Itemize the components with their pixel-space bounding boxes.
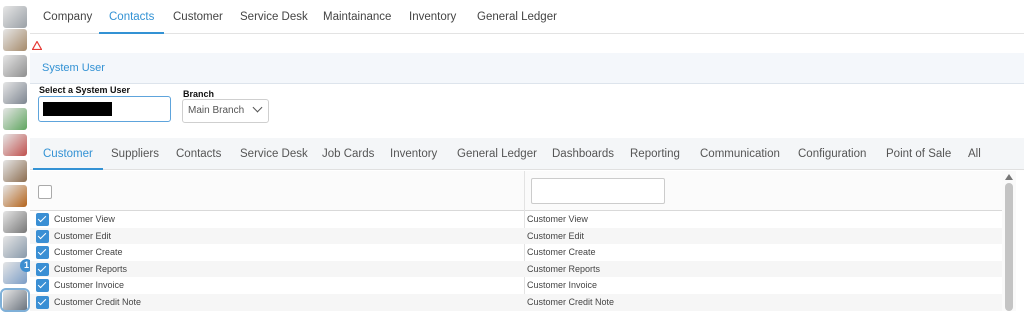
section-title: System User: [42, 62, 105, 74]
permission-name: Customer Create: [54, 247, 123, 258]
animal-icon[interactable]: [3, 29, 27, 51]
table-row[interactable]: Customer View Customer View: [30, 211, 1002, 228]
tab-customer-permissions[interactable]: Customer: [33, 138, 103, 170]
permission-checkbox[interactable]: [36, 246, 49, 260]
branch-label: Branch: [183, 89, 215, 99]
tab-inventory-permissions[interactable]: Inventory: [390, 138, 437, 170]
tab-suppliers[interactable]: Suppliers: [111, 138, 159, 170]
permission-name: Customer Invoice: [54, 280, 125, 291]
permission-checkbox[interactable]: [36, 229, 49, 243]
permission-checkbox[interactable]: [36, 213, 49, 226]
permission-description: Customer Credit Note: [527, 297, 615, 307]
payments-icon[interactable]: [3, 108, 27, 130]
stakeholders-icon[interactable]: [3, 55, 27, 77]
tab-dashboards[interactable]: Dashboards: [552, 138, 614, 170]
grid-scrollbar[interactable]: [1002, 171, 1016, 311]
permission-checkbox[interactable]: [36, 296, 49, 309]
tab-reporting[interactable]: Reporting: [630, 138, 680, 170]
select-all-checkbox[interactable]: [38, 185, 52, 199]
permission-name: Customer Edit: [54, 230, 112, 241]
left-icon-rail: 1: [0, 0, 33, 312]
permission-name: Customer Credit Note: [54, 297, 142, 307]
tab-job-cards[interactable]: Job Cards: [322, 138, 374, 170]
system-user-input[interactable]: [38, 96, 171, 122]
tab-configuration[interactable]: Configuration: [798, 138, 866, 170]
table-row[interactable]: Customer Credit Note Customer Credit Note: [30, 294, 1002, 311]
tab-company[interactable]: Company: [43, 0, 92, 34]
tab-customer[interactable]: Customer: [173, 0, 223, 34]
permission-name: Customer View: [54, 214, 115, 224]
table-row[interactable]: Customer Edit Customer Edit: [30, 227, 1002, 245]
table-row[interactable]: Customer Reports Customer Reports: [30, 260, 1002, 278]
redacted-value: [43, 102, 112, 116]
scroll-thumb[interactable]: [1005, 183, 1013, 311]
table-row[interactable]: Customer Invoice Customer Invoice: [30, 277, 1002, 294]
permission-description: Customer View: [527, 214, 588, 224]
warning-icon: [32, 41, 42, 50]
support-icon[interactable]: [3, 211, 27, 233]
permission-tabs: Customer Suppliers Contacts Service Desk…: [30, 138, 1024, 170]
branch-select-value: Main Branch: [188, 105, 245, 116]
filter-input[interactable]: [531, 178, 665, 204]
tab-communication[interactable]: Communication: [700, 138, 780, 170]
permission-checkbox[interactable]: [36, 279, 49, 293]
boxes-icon[interactable]: [3, 185, 27, 207]
system-user-label: Select a System User: [39, 85, 131, 95]
chevron-down-icon: [252, 102, 263, 113]
permission-description: Customer Invoice: [527, 280, 598, 291]
section-header: System User: [30, 53, 1024, 84]
branch-select[interactable]: Main Branch: [182, 99, 269, 123]
workers-icon[interactable]: [3, 236, 27, 258]
user-settings-icon[interactable]: [3, 6, 27, 28]
tab-service-desk[interactable]: Service Desk: [240, 0, 308, 34]
grid-header: [30, 171, 1002, 211]
table-row[interactable]: Customer Create Customer Create: [30, 244, 1002, 261]
module-tabs: Company Contacts Customer Service Desk M…: [30, 0, 1024, 34]
permission-name: Customer Reports: [54, 263, 128, 274]
permission-checkbox[interactable]: [36, 262, 49, 276]
tab-inventory[interactable]: Inventory: [409, 0, 456, 34]
rail-selected-outline: [0, 288, 30, 312]
permissions-grid: Customer View Customer View Customer Edit C…: [30, 171, 1002, 311]
tab-service-desk-permissions[interactable]: Service Desk: [240, 138, 308, 170]
tab-general-ledger-permissions[interactable]: General Ledger: [457, 138, 537, 170]
tab-contacts-permissions[interactable]: Contacts: [176, 138, 221, 170]
permission-description: Customer Edit: [527, 230, 585, 241]
tab-point-of-sale[interactable]: Point of Sale: [886, 138, 951, 170]
money-icon[interactable]: [3, 82, 27, 104]
tab-all[interactable]: All: [968, 138, 981, 170]
permission-description: Customer Reports: [527, 263, 601, 274]
tab-contacts[interactable]: Contacts: [99, 0, 165, 34]
tab-maintainance[interactable]: Maintainance: [323, 0, 391, 34]
permission-description: Customer Create: [527, 247, 596, 258]
stock-icon[interactable]: [3, 160, 27, 182]
invoice-icon[interactable]: [3, 134, 27, 156]
scroll-up-arrow-icon[interactable]: [1005, 174, 1013, 180]
tab-general-ledger[interactable]: General Ledger: [477, 0, 557, 34]
